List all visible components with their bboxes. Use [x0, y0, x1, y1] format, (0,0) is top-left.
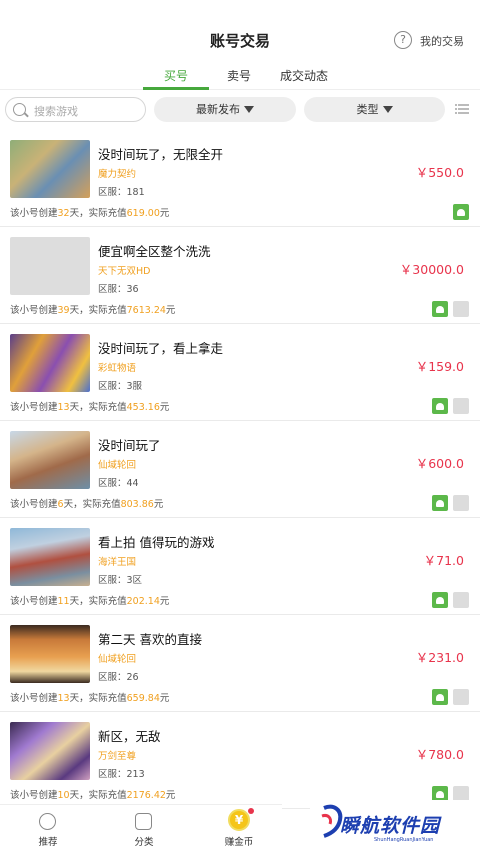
game-name: 仙域轮回 — [98, 654, 137, 665]
category-icon — [135, 813, 152, 830]
listing-meta: 该小号创建13天，实际充值453.16元 — [10, 402, 170, 413]
server-info: 区服：26 — [98, 672, 139, 683]
listing-item[interactable]: 没时间玩了，无限全开 魔力契约 区服：181 ￥550.0 该小号创建32天，实… — [0, 130, 480, 227]
game-thumbnail — [10, 722, 90, 780]
server-info: 区服：213 — [98, 769, 145, 780]
watermark: 瞬航软件园 ShunHangRuanJianYuan — [310, 800, 480, 852]
watermark-text: 瞬航软件园 — [340, 815, 441, 837]
dropdown-arrow-icon — [244, 106, 254, 113]
watermark-subtext: ShunHangRuanJianYuan — [374, 837, 434, 843]
dropdown-arrow-icon — [382, 106, 393, 113]
price: ￥159.0 — [415, 359, 464, 374]
server-info: 区服：36 — [98, 284, 139, 295]
type-dropdown[interactable]: 类型 — [304, 97, 445, 122]
help-icon[interactable]: ? — [394, 31, 412, 49]
ios-icon — [453, 398, 469, 414]
game-thumbnail — [10, 625, 90, 683]
game-thumbnail — [10, 140, 90, 198]
tab-recommend-label: 推荐 — [38, 837, 58, 848]
coin-icon: ¥ — [228, 809, 250, 831]
listing-meta: 该小号创建11天，实际充值202.14元 — [10, 596, 170, 607]
listing-item[interactable]: 没时间玩了 仙域轮回 区服：44 ￥600.0 该小号创建6天，实际充值803.… — [0, 421, 480, 518]
header: 账号交易 ? 我的交易 — [0, 0, 480, 60]
android-icon — [432, 301, 448, 317]
bottom-tab-bar: 推荐 分类 ¥ 赚金币 — [0, 804, 282, 852]
sort-label: 最新发布 — [196, 103, 240, 116]
price: ￥600.0 — [415, 456, 464, 471]
android-icon — [453, 204, 469, 220]
search-input[interactable]: 搜索游戏 — [5, 97, 146, 122]
tab-deals[interactable]: 成交动态 — [272, 67, 336, 84]
listing-title: 没时间玩了，无限全开 — [98, 147, 224, 162]
tab-recommend[interactable]: 推荐 — [13, 805, 83, 852]
type-label: 类型 — [356, 103, 379, 116]
search-placeholder: 搜索游戏 — [34, 105, 78, 118]
android-icon — [432, 398, 448, 414]
listing-item[interactable]: 便宜啊全区整个洗洗 天下无双HD 区服：36 ￥30000.0 该小号创建39天… — [0, 227, 480, 324]
tab-earn-coins[interactable]: ¥ 赚金币 — [204, 805, 274, 852]
ios-icon — [453, 495, 469, 511]
price: ￥550.0 — [415, 165, 464, 180]
price: ￥71.0 — [423, 553, 464, 568]
server-info: 区服：44 — [98, 478, 139, 489]
server-info: 区服：3服 — [98, 381, 143, 392]
game-name: 天下无双HD — [98, 266, 151, 277]
listing-item[interactable]: 新区，无敌 万剑至尊 区服：213 ￥780.0 该小号创建10天，实际充值21… — [0, 712, 480, 809]
listing-meta: 该小号创建13天，实际充值659.84元 — [10, 693, 170, 704]
tab-category[interactable]: 分类 — [109, 805, 179, 852]
listing-title: 没时间玩了，看上拿走 — [98, 341, 224, 356]
game-thumbnail — [10, 334, 90, 392]
game-name: 海洋王国 — [98, 557, 137, 568]
price: ￥231.0 — [415, 650, 464, 665]
android-icon — [432, 689, 448, 705]
tab-buy[interactable]: 买号 — [153, 67, 199, 84]
game-thumbnail — [10, 528, 90, 586]
filter-bar: 搜索游戏 最新发布 类型 — [0, 97, 480, 123]
listing-item[interactable]: 没时间玩了，看上拿走 彩虹物语 区服：3服 ￥159.0 该小号创建13天，实际… — [0, 324, 480, 421]
listing-title: 看上拍 值得玩的游戏 — [98, 535, 215, 550]
tab-sell[interactable]: 卖号 — [216, 67, 262, 84]
tab-category-label: 分类 — [134, 837, 154, 848]
listing-item[interactable]: 第二天 喜欢的直接 仙域轮回 区服：26 ￥231.0 该小号创建13天，实际充… — [0, 615, 480, 712]
listing-title: 没时间玩了 — [98, 438, 161, 453]
price: ￥30000.0 — [399, 262, 464, 277]
listing-title: 便宜啊全区整个洗洗 — [98, 244, 211, 259]
tab-earn-coins-label: 赚金币 — [224, 837, 254, 848]
listing-meta: 该小号创建32天，实际充值619.00元 — [10, 208, 170, 219]
game-name: 万剑至尊 — [98, 751, 137, 762]
listing-meta: 该小号创建10天，实际充值2176.42元 — [10, 790, 176, 801]
game-name: 彩虹物语 — [98, 363, 137, 374]
my-trades-link[interactable]: 我的交易 — [420, 33, 464, 49]
listing-item[interactable]: 看上拍 值得玩的游戏 海洋王国 区服：3区 ￥71.0 该小号创建11天，实际充… — [0, 518, 480, 615]
recommend-icon — [39, 813, 56, 830]
listing-title: 新区，无敌 — [98, 729, 161, 744]
listing-title: 第二天 喜欢的直接 — [98, 632, 202, 647]
server-info: 区服：3区 — [98, 575, 143, 586]
listing-meta: 该小号创建6天，实际充值803.86元 — [10, 499, 164, 510]
list-view-icon[interactable] — [455, 102, 469, 116]
notification-dot — [248, 808, 254, 814]
price: ￥780.0 — [415, 747, 464, 762]
android-icon — [432, 592, 448, 608]
active-tab-indicator — [143, 87, 209, 90]
server-info: 区服：181 — [98, 187, 145, 198]
tab-bar: 买号 卖号 成交动态 — [0, 62, 480, 90]
listing-meta: 该小号创建39天，实际充值7613.24元 — [10, 305, 176, 316]
game-thumbnail — [10, 431, 90, 489]
game-thumbnail — [10, 237, 90, 295]
game-name: 魔力契约 — [98, 169, 137, 180]
search-icon — [13, 103, 26, 116]
ios-icon — [453, 689, 469, 705]
sort-dropdown[interactable]: 最新发布 — [154, 97, 296, 122]
ios-icon — [453, 301, 469, 317]
game-name: 仙域轮回 — [98, 460, 137, 471]
android-icon — [432, 495, 448, 511]
ios-icon — [453, 592, 469, 608]
